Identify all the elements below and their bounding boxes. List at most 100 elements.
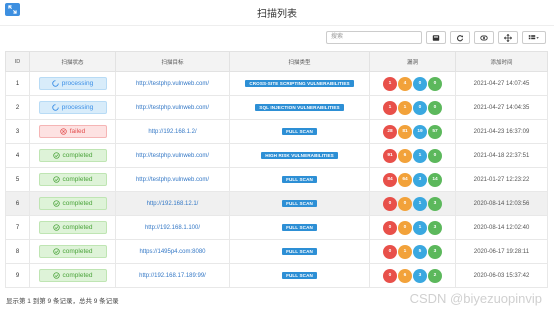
cell-type: FULL SCAN <box>229 215 370 240</box>
cell-vulns: 1400 <box>369 71 456 96</box>
cell-id: 2 <box>5 95 30 120</box>
cell-time: 2021-04-27 14:04:35 <box>455 95 548 120</box>
cell-status: completed <box>29 143 116 168</box>
check-circle-icon <box>52 176 60 183</box>
cell-type: HIGH RISK VULNERABILITIES <box>229 143 370 168</box>
cell-status: completed <box>29 167 116 192</box>
cell-vulns: 0153 <box>369 239 456 264</box>
cell-id: 3 <box>5 119 30 144</box>
cell-type: FULL SCAN <box>229 167 370 192</box>
cell-status: completed <box>29 191 116 216</box>
status-badge: processing <box>38 77 107 90</box>
status-label: completed <box>62 200 93 207</box>
vuln-count-info: 3 <box>428 244 442 259</box>
table-row[interactable]: 3 failed http://192.168.1.2/FULL SCAN 28 81 1… <box>5 119 548 144</box>
vuln-count-low: 1 <box>413 220 427 235</box>
vuln-count-high: 1 <box>383 100 397 115</box>
status-badge: completed <box>38 245 107 258</box>
status-label: processing <box>61 104 94 111</box>
vuln-counts: 0013 <box>383 196 442 211</box>
target-link[interactable]: http://192.168.1.2/ <box>148 129 196 135</box>
toggle-button[interactable] <box>426 31 446 44</box>
vuln-count-info: 2 <box>428 268 442 283</box>
fullscreen-button[interactable] <box>498 31 518 44</box>
vuln-counts: 0153 <box>383 244 442 259</box>
search-input[interactable]: 搜索 <box>326 31 422 44</box>
vuln-count-medium: 1 <box>398 244 412 259</box>
check-circle-icon <box>52 272 60 279</box>
cell-target: http://192.168.17.189:99/ <box>115 263 230 288</box>
status-label: failed <box>69 128 86 135</box>
target-link[interactable]: http://testphp.vulnweb.com/ <box>136 153 209 159</box>
added-time: 2020-06-17 19:28:11 <box>473 248 530 255</box>
vuln-count-high: 0 <box>383 268 397 283</box>
column-header-time[interactable]: 添加时间 <box>455 51 548 72</box>
target-link[interactable]: http://192.168.17.189:99/ <box>139 273 206 279</box>
cell-time: 2020-06-17 19:28:11 <box>455 239 548 264</box>
table-row[interactable]: 2 processing http://testphp.vulnweb.com/SQ… <box>5 95 548 120</box>
target-link[interactable]: http://192.168.1.100/ <box>145 225 200 231</box>
added-time: 2021-04-23 16:37:09 <box>473 128 530 135</box>
cell-vulns: 84 64 3 14 <box>369 167 456 192</box>
table-row[interactable]: 4 completed http://testphp.vulnweb.com/HIG… <box>5 143 548 168</box>
cell-vulns: 0632 <box>369 263 456 288</box>
table-row[interactable]: 8 completed https://1495p4.com:8080 FULL SC… <box>5 239 548 264</box>
added-time: 2021-01-27 12:23:22 <box>473 176 530 183</box>
table-row[interactable]: 5 completed http://testphp.vulnweb.com/FUL… <box>5 167 548 192</box>
target-link[interactable]: http://192.168.12.1/ <box>147 201 199 207</box>
refresh-button[interactable] <box>450 31 470 44</box>
check-circle-icon <box>52 248 60 255</box>
status-label: processing <box>61 80 94 87</box>
column-header-id[interactable]: ID <box>5 51 30 72</box>
export-button[interactable] <box>522 31 546 44</box>
vuln-count-info: 3 <box>428 196 442 211</box>
cell-id: 1 <box>5 71 30 96</box>
vuln-counts: 91 6 1 0 <box>383 148 442 163</box>
scan-type-badge: SQL INJECTION VULNERABILITIES <box>255 104 344 111</box>
export-icon <box>528 34 539 39</box>
toggle-icon <box>432 34 440 41</box>
check-circle-icon <box>52 224 60 231</box>
target-link[interactable]: https://1495p4.com:8080 <box>139 249 205 255</box>
table-row[interactable]: 9 completed http://192.168.17.189:99/FULL … <box>5 263 548 288</box>
cell-time: 2020-08-14 12:03:56 <box>455 191 548 216</box>
pagination-info: 显示第 1 到第 9 条记录，总共 9 条记录 <box>6 298 119 305</box>
cell-time: 2020-06-03 15:37:42 <box>455 263 548 288</box>
cell-type: FULL SCAN <box>229 263 370 288</box>
status-badge: completed <box>38 269 107 282</box>
page-title: 扫描列表 <box>0 0 554 26</box>
target-link[interactable]: http://testphp.vulnweb.com/ <box>136 81 209 87</box>
table-row[interactable]: 6 completed http://192.168.12.1/FULL SCAN 0… <box>5 191 548 216</box>
cell-type: FULL SCAN <box>229 239 370 264</box>
watermark: CSDN @biyezuopinvip <box>409 291 542 306</box>
status-badge: completed <box>38 149 107 162</box>
scan-type-badge: CROSS-SITE SCRIPTING VULNERABILITIES <box>245 80 354 87</box>
vuln-count-high: 0 <box>383 244 397 259</box>
vuln-count-medium: 6 <box>398 268 412 283</box>
vuln-count-medium: 4 <box>398 76 412 91</box>
vuln-count-medium: 0 <box>398 220 412 235</box>
status-label: completed <box>62 248 93 255</box>
scan-type-badge: FULL SCAN <box>282 200 317 207</box>
cell-id: 9 <box>5 263 30 288</box>
target-link[interactable]: http://testphp.vulnweb.com/ <box>136 177 209 183</box>
table-row[interactable]: 7 completed http://192.168.1.100/FULL SCAN… <box>5 215 548 240</box>
columns-icon <box>480 35 488 40</box>
vuln-count-info: 57 <box>428 124 442 139</box>
cell-type: CROSS-SITE SCRIPTING VULNERABILITIES <box>229 71 370 96</box>
column-header-target[interactable]: 扫描目标 <box>115 51 230 72</box>
column-header-vulns[interactable]: 漏洞 <box>369 51 456 72</box>
cell-status: completed <box>29 215 116 240</box>
vuln-count-info: 14 <box>428 172 442 187</box>
column-header-type[interactable]: 扫描类型 <box>229 51 370 72</box>
vuln-count-low: 0 <box>413 100 427 115</box>
column-header-status[interactable]: 扫描状态 <box>29 51 116 72</box>
target-link[interactable]: http://testphp.vulnweb.com/ <box>136 105 209 111</box>
columns-button[interactable] <box>474 31 494 44</box>
scan-type-badge: FULL SCAN <box>282 248 317 255</box>
table-row[interactable]: 1 processing http://testphp.vulnweb.com/CR… <box>5 71 548 96</box>
scan-type-badge: FULL SCAN <box>282 176 317 183</box>
cell-vulns: 0013 <box>369 215 456 240</box>
vuln-counts: 28 81 19 57 <box>383 124 442 139</box>
cell-vulns: 0013 <box>369 191 456 216</box>
